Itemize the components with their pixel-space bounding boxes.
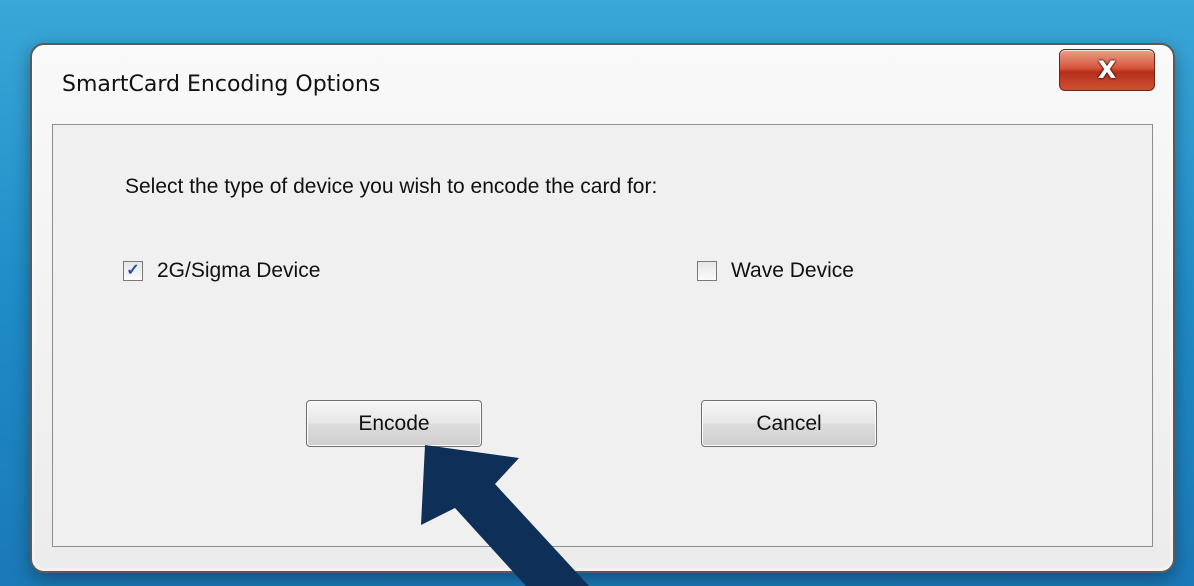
close-button[interactable]: X — [1059, 49, 1155, 91]
checkbox-2g-sigma-device[interactable]: ✓ 2G/Sigma Device — [123, 259, 320, 283]
checkbox-wave-device[interactable]: Wave Device — [697, 259, 854, 283]
encode-button[interactable]: Encode — [306, 400, 482, 447]
cancel-button[interactable]: Cancel — [701, 400, 877, 447]
dialog-title: SmartCard Encoding Options — [62, 72, 381, 97]
checkbox-2g-sigma-box[interactable]: ✓ — [123, 261, 143, 281]
checkbox-wave-label: Wave Device — [731, 259, 854, 282]
checkmark-icon: ✓ — [126, 262, 140, 279]
dialog-content: Select the type of device you wish to en… — [52, 124, 1153, 547]
checkbox-2g-sigma-label: 2G/Sigma Device — [157, 259, 321, 282]
prompt-label: Select the type of device you wish to en… — [125, 175, 658, 198]
checkbox-wave-box[interactable] — [697, 261, 717, 281]
close-icon: X — [1097, 56, 1117, 84]
dialog-window: SmartCard Encoding Options X Select the … — [30, 43, 1175, 573]
